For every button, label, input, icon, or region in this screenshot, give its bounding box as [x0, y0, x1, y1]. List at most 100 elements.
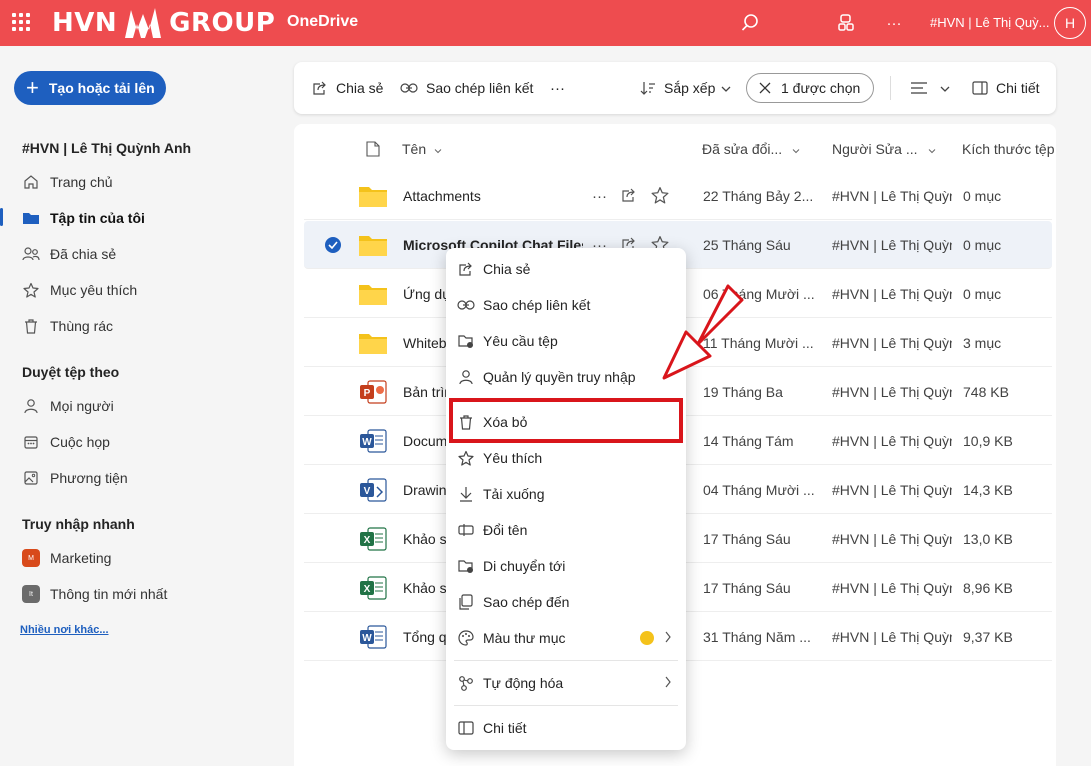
share-button[interactable]: Chia sẻ	[312, 62, 383, 114]
menu-item-rename[interactable]: Đổi tên	[446, 512, 686, 548]
menu-item-folder-color[interactable]: Màu thư mục	[446, 620, 686, 656]
modified-date: 31 Tháng Năm ...	[703, 629, 811, 645]
sidebar-item-latest-news[interactable]: It Thông tin mới nhất	[22, 582, 167, 606]
divider	[890, 76, 891, 100]
more-options-icon[interactable]: ···	[592, 188, 607, 205]
modified-by[interactable]: #HVN | Lê Thị Quỳnh Anh	[832, 466, 952, 514]
account-name[interactable]: #HVN | Lê Thị Quỳ...	[930, 15, 1049, 30]
menu-item-label: Quản lý quyền truy nhập	[483, 369, 636, 385]
column-header-size[interactable]: Kích thước tệp	[962, 141, 1054, 157]
create-upload-button[interactable]: + Tạo hoặc tải lên	[14, 71, 166, 105]
svg-text:W: W	[362, 633, 372, 644]
selection-count-label: 1 được chọn	[781, 80, 861, 96]
column-header-label: Tên	[402, 141, 427, 157]
modified-by[interactable]: #HVN | Lê Thị Quỳnh Anh	[832, 613, 952, 661]
modified-by[interactable]: #HVN | Lê Thị Quỳnh Anh	[832, 515, 952, 563]
menu-item-label: Sao chép đến	[483, 594, 570, 610]
star-icon[interactable]	[651, 186, 669, 207]
avatar[interactable]: H	[1054, 7, 1086, 39]
menu-item-automate[interactable]: Tự động hóa	[446, 665, 686, 701]
row-actions: ···	[592, 172, 669, 220]
sidebar-item-shared[interactable]: Đã chia sẻ	[22, 242, 116, 266]
file-name[interactable]: Attachments	[403, 172, 583, 220]
file-type-header-icon[interactable]	[366, 141, 380, 157]
modified-by[interactable]: #HVN | Lê Thị Quỳnh Anh	[832, 221, 952, 269]
close-icon[interactable]	[759, 82, 771, 94]
file-size: 748 KB	[963, 384, 1009, 400]
star-icon	[457, 449, 475, 467]
powerpoint-file-icon: P	[358, 380, 388, 404]
modified-by[interactable]: #HVN | Lê Thị Quỳnh Anh	[832, 368, 952, 416]
excel-file-icon: X	[358, 576, 388, 600]
menu-item-label: Đổi tên	[483, 522, 528, 538]
sidebar-item-home[interactable]: Trang chủ	[22, 170, 113, 194]
column-header-name[interactable]: Tên	[402, 141, 442, 157]
sidebar-item-marketing[interactable]: M Marketing	[22, 546, 111, 570]
folder-icon	[22, 209, 40, 227]
more-places-link[interactable]: Nhiều nơi khác...	[20, 624, 109, 636]
company-logo[interactable]: HVN GROUP	[52, 6, 275, 40]
modified-date: 17 Tháng Sáu	[703, 531, 791, 547]
view-options-button[interactable]	[910, 62, 950, 114]
sidebar-item-meetings[interactable]: Cuộc họp	[22, 430, 110, 454]
word-file-icon: W	[358, 625, 388, 649]
column-header-label: Đã sửa đổi...	[702, 141, 783, 157]
column-header-modified-by[interactable]: Người Sửa ...	[832, 141, 936, 157]
sidebar-item-people[interactable]: Mọi người	[22, 394, 114, 418]
modified-by[interactable]: #HVN | Lê Thị Quỳnh Anh	[832, 319, 952, 367]
menu-item-label: Sao chép liên kết	[483, 297, 591, 313]
share-icon	[312, 80, 328, 96]
selection-count-pill[interactable]: 1 được chọn	[746, 73, 874, 103]
modified-by[interactable]: #HVN | Lê Thị Quỳnh Anh	[832, 172, 952, 220]
details-button[interactable]: Chi tiết	[972, 62, 1040, 114]
top-bar: HVN GROUP OneDrive ··· #HVN | Lê Thị Quỳ…	[0, 0, 1091, 46]
sidebar-item-media[interactable]: Phương tiện	[22, 466, 128, 490]
sidebar-item-recycle-bin[interactable]: Thùng rác	[22, 314, 113, 338]
logo-text-right: GROUP	[169, 8, 276, 38]
user-heading: #HVN | Lê Thị Quỳnh Anh	[22, 140, 192, 156]
settings-share-icon[interactable]	[834, 11, 858, 35]
folder-icon	[358, 282, 388, 306]
more-commands-button[interactable]: ···	[550, 62, 565, 114]
home-icon	[22, 173, 40, 191]
app-launcher-icon[interactable]	[12, 13, 32, 33]
sidebar-item-label: Trang chủ	[50, 174, 113, 190]
site-badge-icon: It	[22, 585, 40, 603]
visio-file-icon: V	[358, 478, 388, 502]
modified-by[interactable]: #HVN | Lê Thị Quỳnh Anh	[832, 417, 952, 465]
menu-item-details[interactable]: Chi tiết	[446, 710, 686, 746]
file-size: 14,3 KB	[963, 482, 1013, 498]
modified-date: 04 Tháng Mười ...	[703, 482, 815, 498]
sort-button[interactable]: Sắp xếp	[640, 62, 731, 114]
menu-item-label: Tải xuống	[483, 486, 545, 502]
search-icon[interactable]	[738, 11, 762, 35]
copy-link-button[interactable]: Sao chép liên kết	[400, 62, 533, 114]
sidebar-item-my-files[interactable]: Tập tin của tôi	[22, 206, 145, 230]
chevron-right-icon	[664, 630, 672, 646]
modified-date: 22 Tháng Bảy 2...	[703, 188, 814, 204]
modified-by[interactable]: #HVN | Lê Thị Quỳnh Anh	[832, 564, 952, 612]
checkmark-icon[interactable]	[325, 237, 341, 253]
more-options-icon[interactable]: ···	[882, 11, 906, 35]
sidebar-item-label: Thông tin mới nhất	[50, 586, 168, 602]
menu-item-label: Yêu cầu tệp	[483, 333, 558, 349]
plus-icon: +	[26, 75, 39, 100]
share-label: Chia sẻ	[336, 80, 384, 96]
sidebar-item-favorites[interactable]: Mục yêu thích	[22, 278, 137, 302]
share-icon[interactable]	[621, 187, 637, 206]
menu-item-move-to[interactable]: Di chuyển tới	[446, 548, 686, 584]
download-icon	[457, 485, 475, 503]
browse-heading: Duyệt tệp theo	[22, 364, 120, 380]
menu-item-download[interactable]: Tải xuống	[446, 476, 686, 512]
sidebar-item-label: Cuộc họp	[50, 434, 110, 450]
table-row[interactable]: Attachments ··· 22 Tháng Bảy 2... #HVN | Lê…	[304, 172, 1052, 220]
site-badge-icon: M	[22, 549, 40, 567]
app-name[interactable]: OneDrive	[287, 13, 358, 31]
menu-item-copy-to[interactable]: Sao chép đến	[446, 584, 686, 620]
request-files-icon	[457, 332, 475, 350]
folder-icon	[358, 331, 388, 355]
column-header-modified[interactable]: Đã sửa đổi...	[702, 141, 800, 157]
modified-by[interactable]: #HVN | Lê Thị Quỳnh Anh	[832, 270, 952, 318]
menu-item-favorite[interactable]: Yêu thích	[446, 440, 686, 476]
link-icon	[457, 296, 475, 314]
